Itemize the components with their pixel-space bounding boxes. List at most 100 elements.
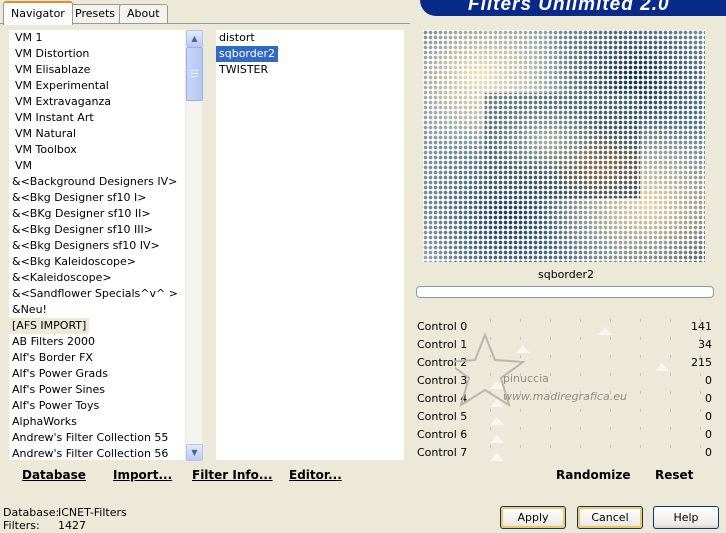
- slider-thumb[interactable]: [490, 453, 504, 461]
- filter-item[interactable]: sqborder2: [216, 46, 404, 62]
- slider-tick: [490, 445, 491, 448]
- control-value: 0: [705, 446, 712, 459]
- progress-bar: [416, 286, 714, 298]
- category-item[interactable]: VM Instant Art: [9, 110, 185, 126]
- slider-tick: [550, 427, 551, 430]
- slider-tick: [580, 427, 581, 430]
- control-value: 0: [705, 374, 712, 387]
- slider-tick: [610, 319, 611, 322]
- database-button[interactable]: Database: [22, 468, 86, 482]
- control-slider[interactable]: [490, 445, 701, 461]
- category-item[interactable]: Alf's Power Grads: [9, 366, 185, 382]
- control-value: 0: [705, 392, 712, 405]
- control-slider[interactable]: [490, 409, 701, 425]
- category-list[interactable]: VM 1 VM Distortion VM Elisablaze VM Experim…: [9, 30, 185, 460]
- filter-preview: [423, 30, 705, 262]
- slider-tick: [670, 427, 671, 430]
- control-label: Control 6: [417, 428, 468, 441]
- category-item[interactable]: &<Kaleidoscope>: [9, 270, 185, 286]
- filters-label: Filters:: [3, 519, 40, 532]
- category-item[interactable]: VM 1: [9, 30, 185, 46]
- watermark-url: www.madiregrafica.eu: [503, 390, 627, 403]
- banner-title: Filters Unlimited 2.0: [468, 0, 670, 15]
- category-item[interactable]: VM Elisablaze: [9, 62, 185, 78]
- category-item[interactable]: VM Toolbox: [9, 142, 185, 158]
- slider-tick: [520, 427, 521, 430]
- control-label: Control 5: [417, 410, 468, 423]
- category-item[interactable]: VM Natural: [9, 126, 185, 142]
- slider-tick: [520, 319, 521, 322]
- slider-tick: [700, 391, 701, 394]
- control-value: 0: [705, 410, 712, 423]
- tab-about[interactable]: About: [119, 4, 168, 23]
- filter-item[interactable]: TWISTER: [216, 62, 404, 78]
- filter-info-button[interactable]: Filter Info...: [192, 468, 273, 482]
- import-button[interactable]: Import...: [113, 468, 172, 482]
- control-label: Control 7: [417, 446, 468, 459]
- slider-tick: [580, 445, 581, 448]
- slider-thumb[interactable]: [490, 435, 504, 443]
- scroll-up-button[interactable]: ▲: [186, 30, 203, 47]
- watermark: pinuccia www.madiregrafica.eu: [455, 332, 627, 408]
- category-item[interactable]: VM: [9, 158, 185, 174]
- slider-tick: [640, 427, 641, 430]
- control-slider[interactable]: [490, 427, 701, 443]
- slider-tick: [550, 319, 551, 322]
- cancel-button[interactable]: Cancel: [577, 506, 643, 529]
- category-item[interactable]: VM Distortion: [9, 46, 185, 62]
- category-item[interactable]: Alf's Power Sines: [9, 382, 185, 398]
- control-value: 34: [698, 338, 712, 351]
- tab-navigator[interactable]: Navigator: [3, 1, 73, 25]
- control-row[interactable]: Control 7 0: [415, 444, 715, 462]
- category-item[interactable]: AlphaWorks: [9, 414, 185, 430]
- slider-tick: [520, 445, 521, 448]
- reset-button[interactable]: Reset: [655, 468, 693, 482]
- category-item[interactable]: &<Bkg Designers sf10 IV>: [9, 238, 185, 254]
- category-item[interactable]: &<Bkg Kaleidoscope>: [9, 254, 185, 270]
- category-item[interactable]: &<Bkg Designer sf10 I>: [9, 190, 185, 206]
- slider-tick: [550, 445, 551, 448]
- tab-presets[interactable]: Presets: [67, 4, 124, 23]
- watermark-name: pinuccia: [503, 372, 549, 385]
- category-item[interactable]: [AFS IMPORT]: [9, 318, 185, 334]
- category-item[interactable]: AB Filters 2000: [9, 334, 185, 350]
- category-item[interactable]: Alf's Border FX: [9, 350, 185, 366]
- category-item[interactable]: &Neu!: [9, 302, 185, 318]
- filters-count: 1427: [58, 519, 86, 532]
- scroll-thumb[interactable]: [186, 47, 203, 101]
- slider-tick: [670, 445, 671, 448]
- control-row[interactable]: Control 6 0: [415, 426, 715, 444]
- filter-item[interactable]: distort: [216, 30, 404, 46]
- slider-thumb[interactable]: [490, 417, 504, 425]
- editor-button[interactable]: Editor...: [289, 468, 342, 482]
- preview-filter-name: sqborder2: [537, 268, 595, 281]
- slider-tick: [700, 427, 701, 430]
- slider-tick: [700, 373, 701, 376]
- control-value: 0: [705, 428, 712, 441]
- category-item[interactable]: &<BKg Designer sf10 II>: [9, 206, 185, 222]
- apply-button[interactable]: Apply: [500, 506, 566, 529]
- category-item[interactable]: Andrew's Filter Collection 55: [9, 430, 185, 446]
- category-item[interactable]: &<Bkg Designer sf10 III>: [9, 222, 185, 238]
- category-item[interactable]: Alf's Power Toys: [9, 398, 185, 414]
- help-button[interactable]: Help: [653, 506, 719, 529]
- category-item[interactable]: &<Sandflower Specials^v^ >: [9, 286, 185, 302]
- randomize-button[interactable]: Randomize: [556, 468, 630, 482]
- category-scrollbar[interactable]: ▲ ▼: [186, 30, 203, 461]
- slider-tick: [640, 319, 641, 322]
- slider-tick: [700, 445, 701, 448]
- category-item[interactable]: VM Experimental: [9, 78, 185, 94]
- category-item[interactable]: VM Extravaganza: [9, 94, 185, 110]
- scroll-down-button[interactable]: ▼: [186, 444, 203, 461]
- filter-list[interactable]: distort sqborder2 TWISTER: [216, 30, 404, 460]
- slider-tick: [640, 445, 641, 448]
- slider-tick: [670, 319, 671, 322]
- category-item[interactable]: &<Background Designers IV>: [9, 174, 185, 190]
- database-value: ICNET-Filters: [58, 506, 127, 519]
- slider-tick: [610, 427, 611, 430]
- database-label: Database:: [3, 506, 60, 519]
- control-row[interactable]: Control 5 0: [415, 408, 715, 426]
- header-banner: Filters Unlimited 2.0: [420, 0, 726, 16]
- category-item[interactable]: Andrew's Filter Collection 56: [9, 446, 185, 460]
- slider-tick: [700, 409, 701, 412]
